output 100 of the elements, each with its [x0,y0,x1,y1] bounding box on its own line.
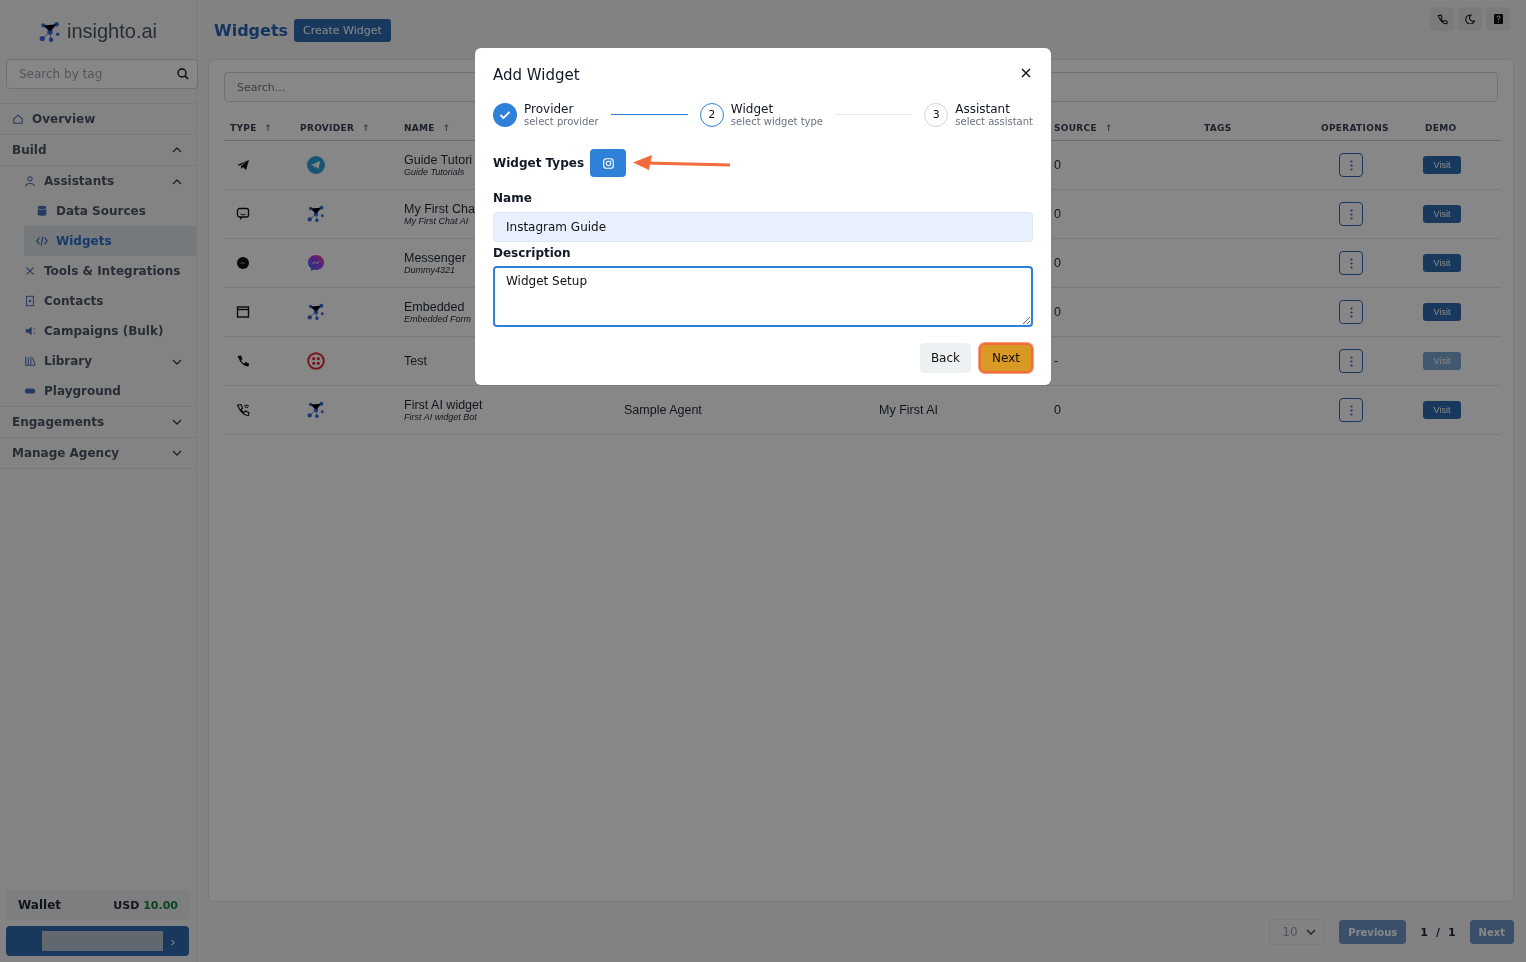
sort-arrow[interactable]: ↑ [264,123,273,133]
check-icon [499,109,511,120]
nav-item[interactable]: Contacts [0,286,196,316]
table-cell: 0 [1054,403,1061,417]
step-subtitle: select provider [524,116,599,127]
dialog-title: Add Widget [493,65,580,84]
network-icon [307,401,325,419]
widget-subtitle: Embedded Form [404,314,472,324]
widget-types-label: Widget Types [493,156,585,170]
create-widget-button[interactable]: Create Widget [294,18,391,42]
document-icon [24,295,36,307]
more-icon [1349,404,1353,416]
nav-item[interactable]: Library [0,346,196,376]
description-field[interactable]: Widget Setup [493,266,1033,327]
logo-icon [38,20,61,43]
step-subtitle: select widget type [730,116,823,127]
widget-subtitle: Guide Tutorials [404,167,465,177]
more-icon [1349,257,1353,269]
column-header[interactable]: PROVIDER [300,123,355,133]
step-title: Provider [524,102,575,116]
page-title: Widgets [214,20,289,40]
chevron-down-icon [172,419,182,425]
network-icon [307,205,325,223]
close-button[interactable] [1019,66,1033,80]
logo-text: insighto.ai [66,20,158,43]
more-icon [1349,355,1353,367]
column-header[interactable]: TYPE [230,123,257,133]
widget-name: My First Cha [404,202,475,216]
table-cell: 0 [1054,256,1061,270]
nav-item[interactable]: Playground [0,376,196,406]
table-cell: 0 [1054,158,1061,172]
paper-plane-icon [236,158,250,172]
help-button[interactable] [1486,7,1510,31]
column-header[interactable]: DEMO [1425,123,1457,133]
visit-button[interactable]: Visit [1423,401,1461,419]
operations-button[interactable] [1339,153,1363,177]
widget-name: Test [404,354,427,368]
previous-button[interactable]: Previous [1339,920,1407,944]
more-icon [1349,208,1353,220]
operations-button[interactable] [1339,398,1363,422]
description-label: Description [493,246,572,260]
chevron-up-icon [172,147,182,153]
back-button[interactable]: Back [919,343,972,373]
dark-mode-button[interactable] [1458,7,1482,31]
widget-name: First AI widget [404,398,483,412]
nav-item[interactable]: Tools & Integrations [0,256,196,286]
table-cell: 0 [1054,305,1061,319]
next-page-button[interactable]: Next [1469,920,1514,944]
widget-type-button[interactable] [590,149,627,177]
home-icon [12,113,24,125]
next-button[interactable]: Next [979,343,1033,373]
moon-icon [1465,14,1475,24]
visit-button[interactable]: Visit [1423,254,1461,272]
sort-arrow[interactable]: ↑ [442,123,451,133]
nav-item[interactable]: Campaigns (Bulk) [0,316,196,346]
name-label: Name [493,191,533,205]
operations-button[interactable] [1339,251,1363,275]
chevron-down-icon [1306,929,1317,935]
network-icon [307,303,325,321]
nav-item[interactable]: Data Sources [24,196,196,226]
nav-item[interactable]: Widgets [24,226,196,256]
wallet-balance: USD 10.00 [113,898,178,912]
nav-item[interactable]: Assistants [0,166,196,196]
column-header[interactable]: NAME [404,123,435,133]
column-header[interactable]: TAGS [1204,123,1232,133]
sort-arrow[interactable]: ↑ [1104,123,1113,133]
visit-button[interactable]: Visit [1423,352,1461,370]
twilio-icon [307,352,325,370]
nav-section[interactable]: Engagements [0,407,196,438]
nav-section[interactable]: Manage Agency [0,438,196,469]
phone-wifi-icon [236,403,250,417]
chat-bubble-icon [236,207,250,221]
visit-button[interactable]: Visit [1423,156,1461,174]
account-button[interactable]: › [6,926,189,956]
phone-icon [1436,13,1448,25]
sort-arrow[interactable]: ↑ [362,123,371,133]
phone-icon [236,354,250,368]
chevron-up-icon [172,179,182,185]
more-icon [1349,306,1353,318]
column-header[interactable]: OPERATIONS [1321,123,1389,133]
messenger-icon [307,254,325,272]
operations-button[interactable] [1339,300,1363,324]
name-field[interactable]: Instagram Guide [493,212,1033,242]
visit-button[interactable]: Visit [1423,303,1461,321]
step-subtitle: select assistant [955,116,1033,127]
column-header[interactable]: SOURCE [1054,123,1097,133]
visit-button[interactable]: Visit [1423,205,1461,223]
person-icon [24,175,36,187]
operations-button[interactable] [1339,202,1363,226]
nav-item[interactable]: Overview [0,104,196,135]
database-icon [36,205,48,217]
megaphone-icon [24,325,36,337]
widget-name: Messenger [404,251,466,265]
phone-button[interactable] [1430,7,1454,31]
instagram-icon [602,157,614,169]
widget-subtitle: First AI widget Bot [404,412,477,422]
table-cell: Sample Agent [624,403,702,417]
nav-section[interactable]: Build [0,135,196,166]
operations-button[interactable] [1339,349,1363,373]
more-icon [1349,159,1353,171]
